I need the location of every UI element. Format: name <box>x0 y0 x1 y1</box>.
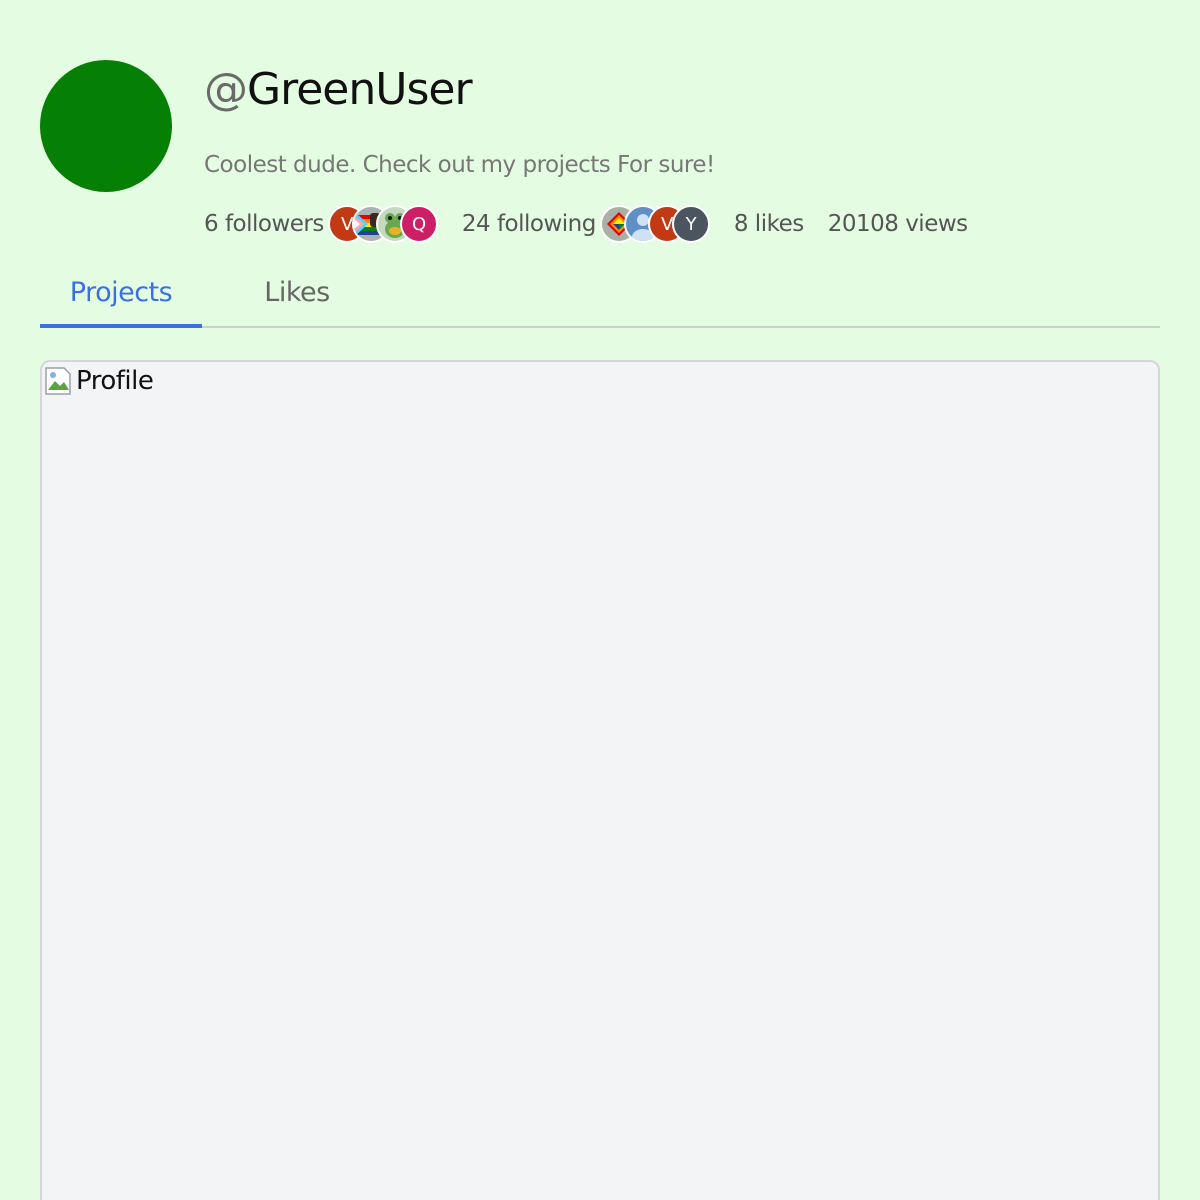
at-sign: @ <box>204 64 248 115</box>
image-alt-text: Profile <box>76 366 154 396</box>
profile-stats: 6 followers V Q 24 following V Y 8 likes… <box>204 202 992 246</box>
tab-projects[interactable]: Projects <box>40 258 202 328</box>
tab-likes[interactable]: Likes <box>236 258 358 326</box>
follower-avatar-q[interactable]: Q <box>399 205 438 243</box>
likes-count: 8 likes <box>733 211 804 237</box>
project-card[interactable]: Profile <box>40 360 1160 1200</box>
profile-page: @GreenUser Coolest dude. Check out my pr… <box>0 0 1200 1200</box>
followers-avatar-stack[interactable]: V Q <box>327 205 438 243</box>
profile-tabs: Projects Likes <box>40 258 1160 328</box>
project-image[interactable]: Profile <box>44 366 154 396</box>
following-avatar-stack[interactable]: V Y <box>599 205 710 243</box>
profile-bio: Coolest dude. Check out my projects For … <box>204 152 715 178</box>
views-count: 20108 views <box>827 211 968 237</box>
following-count[interactable]: 24 following <box>462 211 596 237</box>
profile-avatar[interactable] <box>40 60 172 192</box>
username-text: GreenUser <box>247 64 473 115</box>
profile-username: @GreenUser <box>204 60 473 120</box>
following-avatar-y[interactable]: Y <box>671 205 710 243</box>
followers-count[interactable]: 6 followers <box>204 211 324 237</box>
broken-image-icon <box>44 366 72 396</box>
